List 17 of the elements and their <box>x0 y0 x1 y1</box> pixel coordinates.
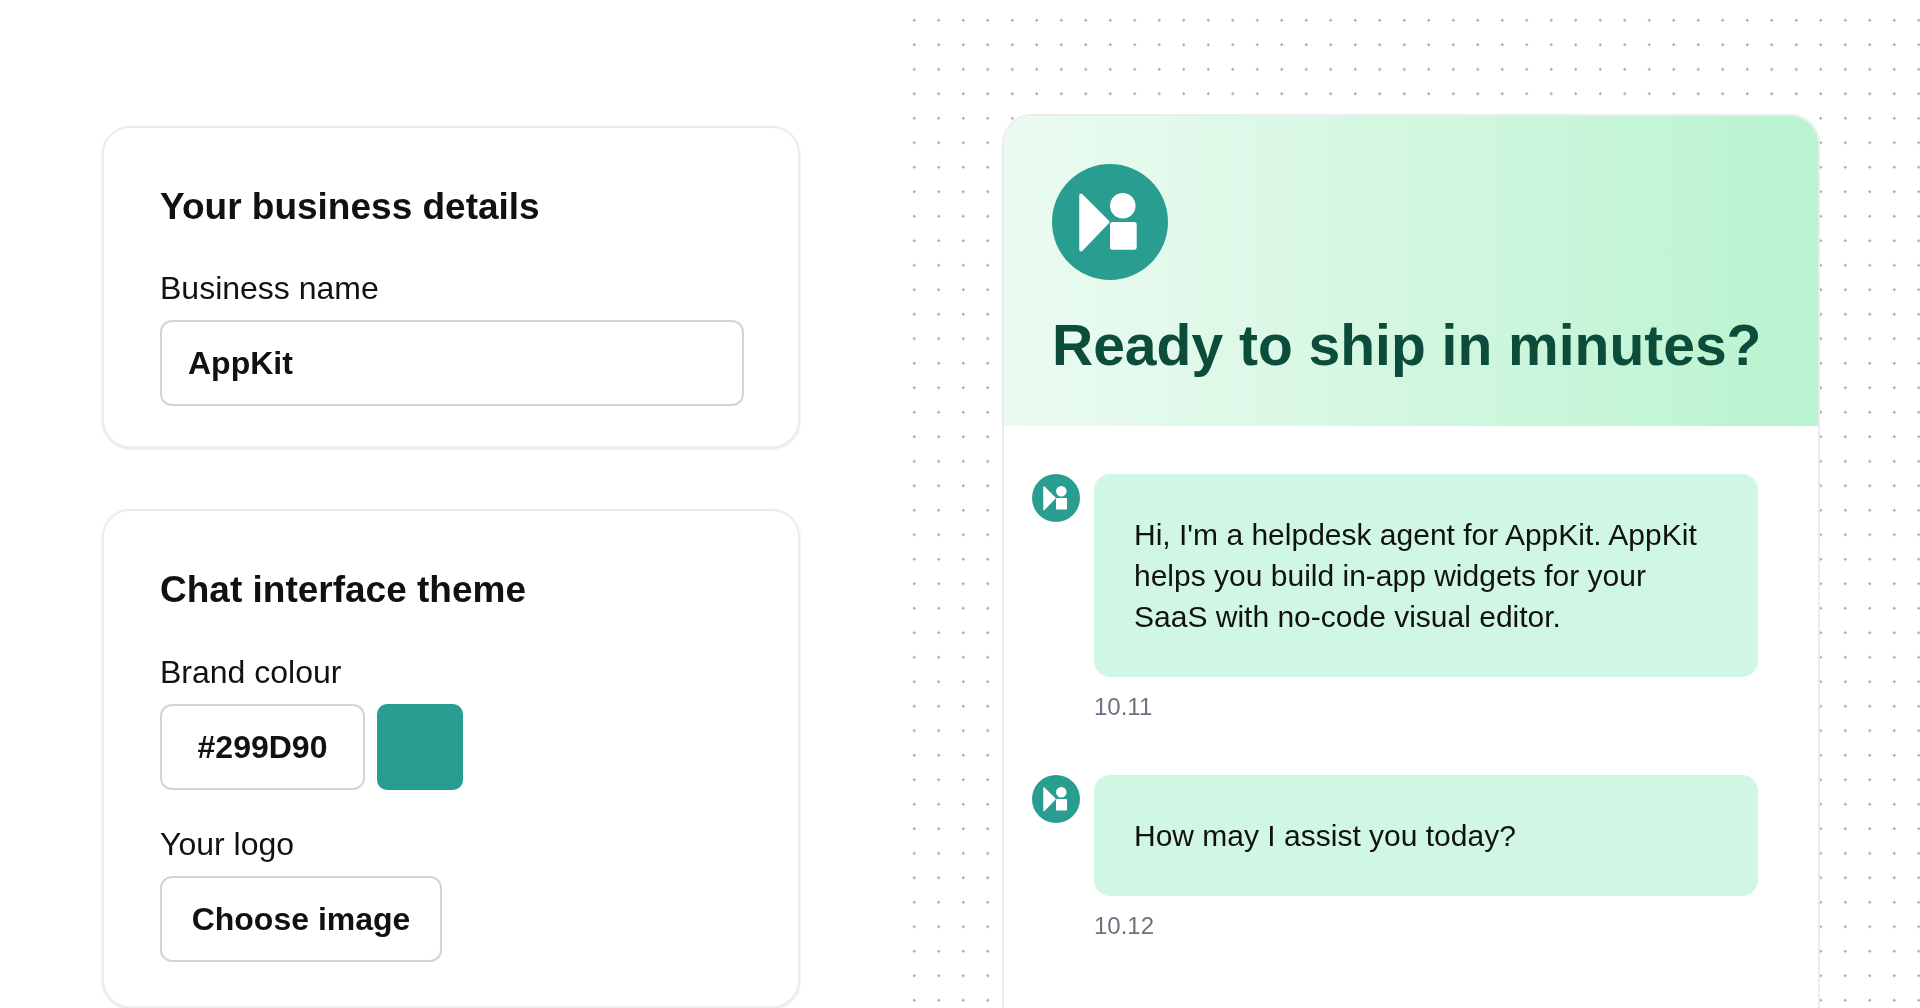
avatar-icon <box>1032 474 1080 522</box>
colour-swatch[interactable] <box>377 703 463 790</box>
message-time: 10.11 <box>1094 692 1154 722</box>
chat-title: Ready to ship in minutes? <box>1052 312 1763 379</box>
choose-image-button[interactable]: Choose image <box>160 875 442 962</box>
field-label: Your logo <box>160 824 296 864</box>
card-title: Your business details <box>160 185 541 229</box>
message-time: 10.12 <box>1094 911 1156 941</box>
avatar-icon <box>1032 775 1080 823</box>
message-bubble: How may I assist you today? <box>1094 775 1758 896</box>
message-bubble: Hi, I'm a helpdesk agent for AppKit. AppKit helps you build in-app widgets for your SaaS with no-code visual editor. <box>1094 474 1758 677</box>
field-label: Brand colour <box>160 652 343 692</box>
input-field[interactable]: AppKit <box>160 320 744 407</box>
logo-icon <box>1052 164 1168 280</box>
field-label: Business name <box>160 269 380 309</box>
card-title: Chat interface theme <box>160 568 527 613</box>
input-field[interactable]: #299D90 <box>160 703 365 790</box>
